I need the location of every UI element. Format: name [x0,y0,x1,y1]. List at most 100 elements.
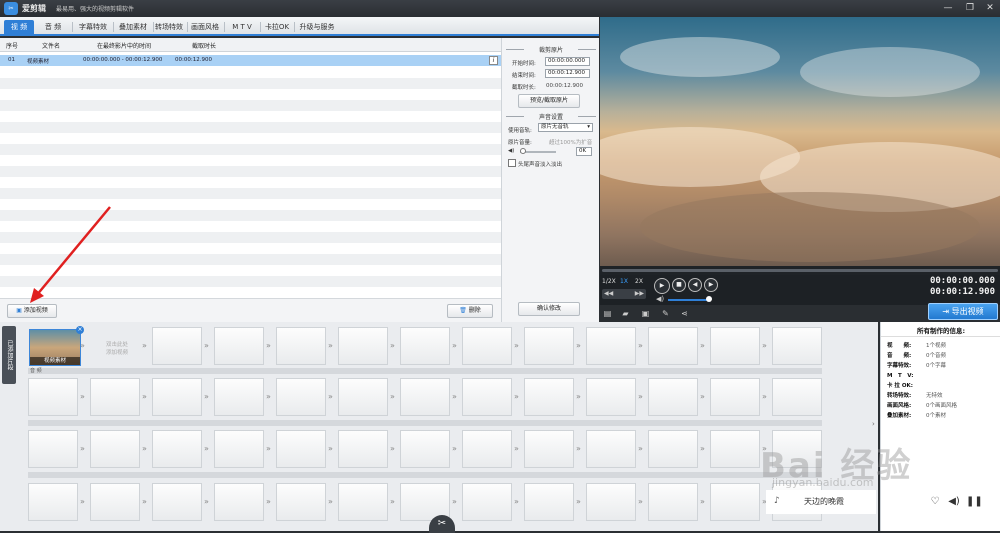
timeline-empty-slot[interactable] [710,327,760,365]
timeline-empty-slot[interactable] [276,327,326,365]
speed-2x[interactable]: 2X [635,278,643,285]
timeline-empty-slot[interactable] [214,327,264,365]
volume-value-field[interactable]: 0K [576,147,592,156]
share-icon[interactable]: ⋖ [680,309,689,318]
timeline-empty-slot[interactable] [648,327,698,365]
transition-arrow-icon[interactable]: » [266,341,274,351]
timeline-empty-slot[interactable] [338,327,388,365]
fade-checkbox[interactable] [508,159,516,167]
end-time-field[interactable]: 00:00:12.900 [545,69,590,78]
transition-arrow-icon[interactable]: » [204,392,212,402]
transition-arrow-icon[interactable]: » [266,392,274,402]
transition-arrow-icon[interactable]: » [452,444,460,454]
timeline-empty-slot[interactable] [90,483,140,521]
tab-picture-style[interactable]: 画面风格 [187,20,223,34]
transition-arrow-icon[interactable]: » [638,497,646,507]
tab-video[interactable]: 视 频 [4,20,34,36]
player-volume-handle[interactable] [706,296,712,302]
screenshot-icon[interactable]: ▤ [603,309,612,318]
timeline-empty-slot[interactable] [276,483,326,521]
timeline-empty-slot[interactable] [214,430,264,468]
transition-arrow-icon[interactable]: » [204,497,212,507]
transition-arrow-icon[interactable]: » [700,444,708,454]
expand-panel-icon[interactable]: › [872,420,878,432]
transition-arrow-icon[interactable]: » [576,444,584,454]
transition-arrow-icon[interactable]: » [266,497,274,507]
timeline-empty-slot[interactable] [28,483,78,521]
tab-transition[interactable]: 转场特效 [151,20,187,34]
transition-arrow-icon[interactable]: » [80,392,88,402]
transition-arrow-icon[interactable]: » [142,392,150,402]
timeline-clip-thumbnail[interactable]: 视频素材 × [29,326,84,366]
remove-clip-icon[interactable]: × [76,326,84,334]
folder-icon[interactable]: ▰ [621,309,630,318]
timeline-empty-slot[interactable] [152,483,202,521]
timeline-empty-slot[interactable] [28,378,78,416]
timeline-empty-slot[interactable] [524,483,574,521]
transition-arrow-icon[interactable]: » [762,341,770,351]
timeline-empty-slot[interactable] [90,430,140,468]
transition-arrow-icon[interactable]: » [700,392,708,402]
column-header-filename[interactable]: 文件名 [42,41,60,50]
speed-half[interactable]: 1/2X [602,278,616,285]
tab-mtv[interactable]: M T V [225,20,259,34]
timeline-empty-slot[interactable] [462,327,512,365]
transition-arrow-icon[interactable]: » [204,444,212,454]
transition-arrow-icon[interactable]: » [452,341,460,351]
timeline-empty-slot[interactable] [710,430,760,468]
transition-arrow-icon[interactable]: » [328,444,336,454]
timeline-empty-slot[interactable] [152,430,202,468]
transition-arrow-icon[interactable]: » [638,341,646,351]
transition-arrow-icon[interactable]: » [80,341,88,351]
tab-upgrade-service[interactable]: 升级与服务 [295,20,339,34]
timeline-empty-slot[interactable] [462,378,512,416]
transition-arrow-icon[interactable]: » [142,497,150,507]
restore-icon[interactable]: ❐ [962,1,978,16]
transition-arrow-icon[interactable]: » [514,444,522,454]
frame-step-control[interactable]: ◀◀ ▶▶ [602,289,646,299]
timeline-empty-slot[interactable] [648,483,698,521]
confirm-button[interactable]: 确认修改 [518,302,580,316]
transition-arrow-icon[interactable]: » [700,341,708,351]
timeline-empty-slot[interactable] [152,327,202,365]
timeline-empty-slot[interactable] [276,378,326,416]
volume-slider-handle[interactable] [520,148,526,154]
transition-arrow-icon[interactable]: » [390,341,398,351]
transition-arrow-icon[interactable]: » [390,392,398,402]
transition-arrow-icon[interactable]: » [638,444,646,454]
transition-arrow-icon[interactable]: » [328,497,336,507]
transition-arrow-icon[interactable]: » [80,497,88,507]
transition-arrow-icon[interactable]: » [762,392,770,402]
timeline-empty-slot[interactable] [338,430,388,468]
timeline-empty-slot[interactable] [524,378,574,416]
transition-arrow-icon[interactable]: » [390,444,398,454]
timeline-empty-slot[interactable] [338,378,388,416]
transition-arrow-icon[interactable]: » [142,444,150,454]
transition-arrow-icon[interactable]: » [576,497,584,507]
close-icon[interactable]: ✕ [982,1,998,16]
playback-progress[interactable] [600,266,1000,275]
timeline-empty-slot[interactable] [772,327,822,365]
minimize-icon[interactable]: — [940,1,956,16]
delete-button[interactable]: 🗑 删除 [447,304,493,318]
table-row[interactable]: 01 视频素材 00:00:00.000 - 00:00:12.900 00:0… [0,55,501,66]
tab-karaoke[interactable]: 卡拉OK [261,20,293,34]
playback-progress-track[interactable] [602,269,998,272]
transition-arrow-icon[interactable]: » [576,392,584,402]
timeline-empty-slot[interactable] [214,483,264,521]
preview-clip-button[interactable]: 预览/截取原片 [518,94,580,108]
transition-arrow-icon[interactable]: » [80,444,88,454]
play-icon[interactable]: ▶ [654,278,670,294]
timeline-empty-slot[interactable] [462,430,512,468]
step-forward-icon[interactable]: ▶▶ [635,290,644,297]
tab-subtitle-effects[interactable]: 字幕特效 [74,20,112,34]
timeline-empty-slot[interactable] [90,378,140,416]
transition-arrow-icon[interactable]: » [700,497,708,507]
tab-overlay[interactable]: 叠加素材 [114,20,152,34]
timeline-empty-slot[interactable] [400,327,450,365]
edit-icon[interactable]: ✎ [661,309,670,318]
prev-frame-icon[interactable]: ◀ [688,278,702,292]
start-time-field[interactable]: 00:00:00.000 [545,57,590,66]
timeline-empty-slot[interactable] [524,430,574,468]
player-volume-slider[interactable] [668,299,710,301]
